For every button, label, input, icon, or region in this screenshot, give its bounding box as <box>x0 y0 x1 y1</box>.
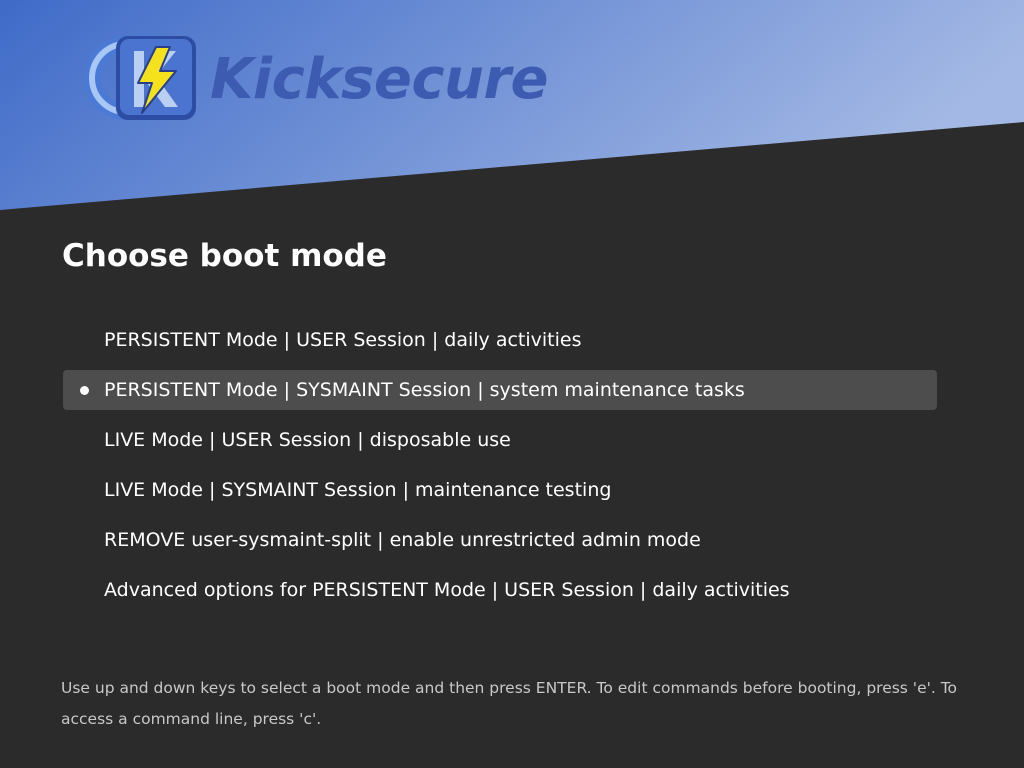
help-text: Use up and down keys to select a boot mo… <box>61 679 958 728</box>
boot-menu-item[interactable]: PERSISTENT Mode | USER Session | daily a… <box>63 320 937 360</box>
boot-menu-item-label: PERSISTENT Mode | USER Session | daily a… <box>104 329 582 351</box>
selection-bullet-icon <box>80 386 89 395</box>
boot-menu-item[interactable]: LIVE Mode | SYSMAINT Session | maintenan… <box>63 470 937 510</box>
brand-name: Kicksecure <box>210 47 549 112</box>
boot-menu-item-label: PERSISTENT Mode | SYSMAINT Session | sys… <box>104 379 745 401</box>
boot-menu-item[interactable]: Advanced options for PERSISTENT Mode | U… <box>63 570 937 610</box>
boot-menu-item-label: LIVE Mode | SYSMAINT Session | maintenan… <box>104 479 612 501</box>
boot-menu-item[interactable]: REMOVE user-sysmaint-split | enable unre… <box>63 520 937 560</box>
page-title: Choose boot mode <box>62 238 387 274</box>
boot-menu-list: PERSISTENT Mode | USER Session | daily a… <box>63 320 937 620</box>
boot-menu-item-label: LIVE Mode | USER Session | disposable us… <box>104 429 511 451</box>
kicksecure-logo-icon <box>84 36 196 120</box>
boot-menu-item[interactable]: LIVE Mode | USER Session | disposable us… <box>63 420 937 460</box>
boot-menu-item-label: REMOVE user-sysmaint-split | enable unre… <box>104 529 701 551</box>
boot-menu-item-label: Advanced options for PERSISTENT Mode | U… <box>104 579 790 601</box>
boot-menu-item[interactable]: PERSISTENT Mode | SYSMAINT Session | sys… <box>63 370 937 410</box>
